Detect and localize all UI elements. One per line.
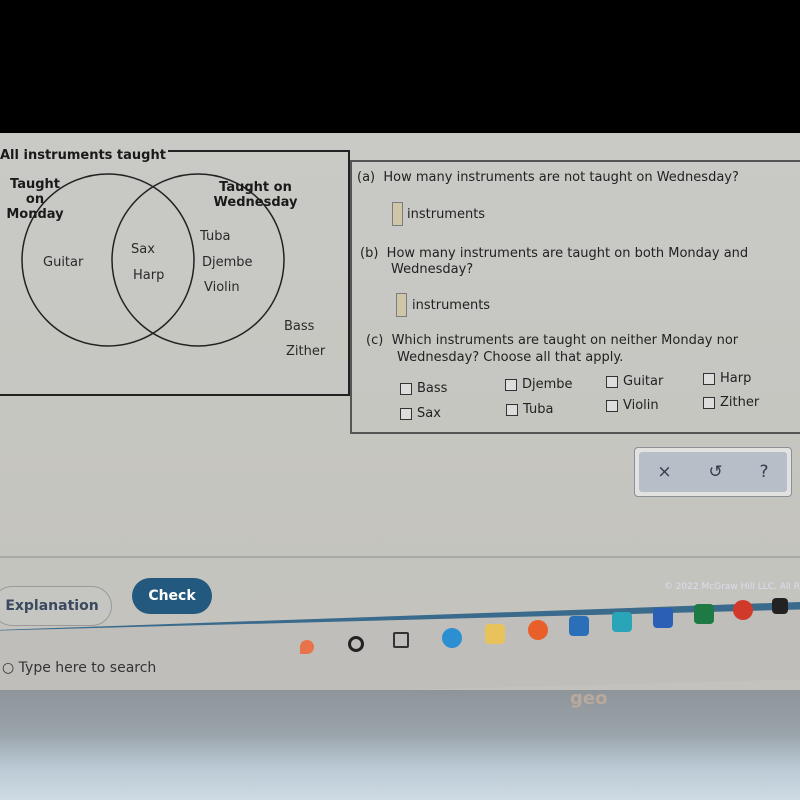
question-c-label: (c) bbox=[366, 333, 384, 348]
option-label: Harp bbox=[720, 371, 752, 386]
checkbox-violin[interactable] bbox=[606, 399, 618, 412]
undo-icon[interactable]: ↺ bbox=[708, 462, 722, 482]
option-label: Zither bbox=[720, 395, 760, 410]
excel-icon[interactable] bbox=[694, 604, 714, 624]
cortana-icon[interactable] bbox=[348, 636, 364, 652]
wednesday-label-line2: Wednesday bbox=[213, 195, 298, 210]
checkbox-sax[interactable] bbox=[400, 407, 412, 420]
explanation-button[interactable]: Explanation bbox=[0, 586, 112, 626]
answer-toolbar: × ↺ ? bbox=[634, 447, 792, 497]
wednesday-label-line1: Taught on bbox=[219, 180, 292, 195]
venn-item-tuba: Tuba bbox=[200, 229, 231, 244]
question-c-text-line1: Which instruments are taught on neither … bbox=[391, 333, 739, 348]
answer-b-unit: instruments bbox=[412, 298, 491, 313]
divider bbox=[0, 556, 800, 558]
checkbox-tuba[interactable] bbox=[506, 403, 518, 416]
laptop-brand-logo: geo bbox=[570, 688, 608, 709]
app-m-icon[interactable] bbox=[772, 598, 788, 614]
option-label: Tuba bbox=[523, 402, 554, 417]
wednesday-set-label: Taught on Wednesday bbox=[208, 180, 303, 210]
option-label: Bass bbox=[417, 381, 448, 396]
question-b-label: (b) bbox=[360, 246, 379, 261]
edge-icon[interactable] bbox=[442, 628, 462, 648]
answer-a-input[interactable] bbox=[392, 202, 403, 226]
question-a-text: How many instruments are not taught on W… bbox=[383, 170, 739, 185]
powerpoint-icon[interactable] bbox=[733, 600, 753, 620]
question-a: (a) How many instruments are not taught … bbox=[357, 170, 739, 186]
question-b-text-line1: How many instruments are taught on both … bbox=[386, 246, 749, 261]
question-b-text-line2: Wednesday? bbox=[391, 262, 474, 277]
checkbox-bass[interactable] bbox=[400, 382, 412, 395]
question-b: (b) How many instruments are taught on b… bbox=[360, 246, 748, 262]
option-sax[interactable]: Sax bbox=[400, 406, 441, 421]
word-icon[interactable] bbox=[653, 608, 673, 628]
venn-item-guitar: Guitar bbox=[43, 255, 84, 270]
monday-label-line2: Monday bbox=[6, 207, 64, 222]
file-explorer-icon[interactable] bbox=[485, 624, 505, 644]
firefox-icon[interactable] bbox=[528, 620, 548, 640]
monday-set-label: Taught on Monday bbox=[0, 177, 70, 222]
checkbox-guitar[interactable] bbox=[606, 375, 618, 388]
option-bass[interactable]: Bass bbox=[400, 381, 447, 396]
venn-title: All instruments taught bbox=[0, 148, 168, 163]
option-harp[interactable]: Harp bbox=[703, 371, 751, 386]
option-violin[interactable]: Violin bbox=[606, 398, 659, 413]
answer-b-input[interactable] bbox=[396, 293, 407, 317]
question-c: (c) Which instruments are taught on neit… bbox=[366, 333, 738, 349]
venn-item-bass: Bass bbox=[284, 319, 315, 334]
option-guitar[interactable]: Guitar bbox=[606, 374, 663, 389]
option-zither[interactable]: Zither bbox=[703, 395, 759, 410]
checkbox-harp[interactable] bbox=[703, 372, 715, 385]
monday-label-line1: Taught on bbox=[10, 177, 60, 207]
taskbar-search[interactable]: ○ Type here to search bbox=[2, 660, 156, 676]
laptop-bezel bbox=[0, 690, 800, 800]
weather-widget-icon[interactable] bbox=[300, 640, 314, 654]
option-label: Sax bbox=[417, 406, 441, 421]
search-icon: ○ bbox=[2, 660, 19, 676]
search-placeholder: Type here to search bbox=[18, 660, 157, 676]
mail-icon[interactable] bbox=[612, 612, 632, 632]
store-icon[interactable] bbox=[569, 616, 589, 636]
venn-item-djembe: Djembe bbox=[202, 255, 253, 270]
option-djembe[interactable]: Djembe bbox=[505, 377, 573, 392]
venn-item-zither: Zither bbox=[286, 344, 326, 359]
option-label: Violin bbox=[623, 398, 659, 413]
checkbox-zither[interactable] bbox=[703, 396, 715, 409]
task-view-icon[interactable] bbox=[393, 632, 409, 648]
venn-item-violin: Violin bbox=[204, 280, 240, 295]
checkbox-djembe[interactable] bbox=[505, 378, 517, 391]
copyright-text: © 2022 McGraw Hill LLC. All R bbox=[663, 582, 800, 592]
answer-a-unit: instruments bbox=[407, 207, 486, 222]
clear-icon[interactable]: × bbox=[657, 462, 671, 482]
venn-item-harp: Harp bbox=[133, 268, 165, 283]
question-a-label: (a) bbox=[357, 170, 376, 185]
option-label: Guitar bbox=[623, 374, 664, 389]
option-label: Djembe bbox=[522, 377, 573, 392]
venn-item-sax: Sax bbox=[131, 242, 155, 257]
help-icon[interactable]: ? bbox=[760, 462, 769, 482]
option-tuba[interactable]: Tuba bbox=[506, 402, 553, 417]
check-button[interactable]: Check bbox=[132, 578, 212, 614]
question-c-text-line2: Wednesday? Choose all that apply. bbox=[397, 350, 624, 365]
